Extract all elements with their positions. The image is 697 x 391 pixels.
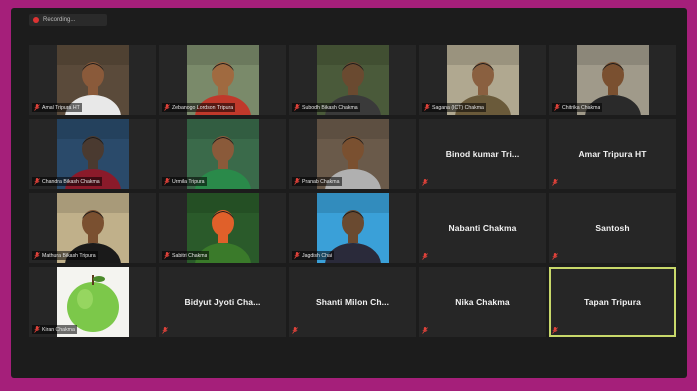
participant-tile[interactable]: Zebanogo Lordson Tripura <box>159 45 286 115</box>
participant-tile[interactable]: Chitrika Chakma <box>549 45 676 115</box>
participant-tile[interactable]: Shanti Milon Ch... <box>289 267 416 337</box>
participant-name: Tapan Tripura <box>584 297 641 307</box>
participant-name: Sabitri Chakma <box>172 252 208 259</box>
participant-tile[interactable]: Tapan Tripura <box>549 267 676 337</box>
participant-name: Shanti Milon Ch... <box>315 297 390 307</box>
participant-name-label: Urmila Tripura <box>162 177 207 186</box>
participant-name-label: Sabitri Chakma <box>162 251 210 260</box>
participant-name-label: Amal Tripura HT <box>32 103 82 112</box>
participant-name: Amar Tripura HT <box>578 149 647 159</box>
mic-muted-icon <box>34 178 40 185</box>
participant-tile[interactable]: Amar Tripura HT <box>549 119 676 189</box>
participant-tile[interactable]: Santosh <box>549 193 676 263</box>
participant-name: Jagdish Chai <box>302 252 332 259</box>
participant-name: Amal Tripura HT <box>42 104 80 111</box>
participant-name: Binod kumar Tri... <box>445 149 520 159</box>
participant-tile[interactable]: Sabitri Chakma <box>159 193 286 263</box>
participant-tile[interactable]: Chandra Bikash Chakma <box>29 119 156 189</box>
participant-name-label: Jagdish Chai <box>292 251 334 260</box>
mic-muted-icon <box>292 327 298 334</box>
participant-tile[interactable]: Kiran Chakma <box>29 267 156 337</box>
mic-muted-icon <box>164 178 170 185</box>
participant-tile[interactable]: Urmila Tripura <box>159 119 286 189</box>
participant-tile[interactable]: Pranab Chakma <box>289 119 416 189</box>
mic-muted-icon <box>34 252 40 259</box>
mic-muted-icon <box>294 178 300 185</box>
mic-muted-icon <box>164 252 170 259</box>
record-dot-icon <box>33 17 39 23</box>
participant-tile[interactable]: Mathura Bikash Tripura <box>29 193 156 263</box>
mic-muted-icon <box>424 104 430 111</box>
mic-muted-icon <box>34 326 40 333</box>
participant-name: Santosh <box>595 223 630 233</box>
participant-name: Sagana (ICT) Chakma <box>432 104 484 111</box>
mic-muted-icon <box>34 104 40 111</box>
mic-muted-icon <box>552 253 558 260</box>
participant-name: Nika Chakma <box>455 297 510 307</box>
participant-tile[interactable]: Nabanti Chakma <box>419 193 546 263</box>
mic-muted-icon <box>294 252 300 259</box>
participant-name-label: Pranab Chakma <box>292 177 342 186</box>
mic-muted-icon <box>162 327 168 334</box>
participant-grid: Amal Tripura HT Zebanogo Lordson Tripura S… <box>29 45 676 337</box>
participant-name: Urmila Tripura <box>172 178 205 185</box>
participant-name: Chitrika Chakma <box>562 104 601 111</box>
participant-name: Bidyut Jyoti Cha... <box>184 297 261 307</box>
mic-muted-icon <box>164 104 170 111</box>
participant-name-label: Kiran Chakma <box>32 325 77 334</box>
participant-name: Subodh Bikash Chakma <box>302 104 358 111</box>
participant-name-label: Sagana (ICT) Chakma <box>422 103 486 112</box>
participant-tile[interactable]: Nika Chakma <box>419 267 546 337</box>
participant-tile[interactable]: Subodh Bikash Chakma <box>289 45 416 115</box>
participant-name: Nabanti Chakma <box>448 223 517 233</box>
mic-muted-icon <box>294 104 300 111</box>
mic-muted-icon <box>422 327 428 334</box>
participant-name-label: Subodh Bikash Chakma <box>292 103 360 112</box>
participant-name: Pranab Chakma <box>302 178 340 185</box>
mic-muted-icon <box>422 179 428 186</box>
participant-tile[interactable]: Bidyut Jyoti Cha... <box>159 267 286 337</box>
mic-muted-icon <box>554 104 560 111</box>
participant-name: Zebanogo Lordson Tripura <box>172 104 234 111</box>
participant-name: Chandra Bikash Chakma <box>42 178 100 185</box>
recording-label: Recording... <box>43 17 76 23</box>
mic-muted-icon <box>422 253 428 260</box>
participant-name-label: Chandra Bikash Chakma <box>32 177 102 186</box>
mic-muted-icon <box>552 179 558 186</box>
recording-indicator[interactable]: Recording... <box>29 14 107 26</box>
participant-name-label: Chitrika Chakma <box>552 103 603 112</box>
participant-name-label: Zebanogo Lordson Tripura <box>162 103 236 112</box>
mic-muted-icon <box>552 327 558 334</box>
participant-tile[interactable]: Binod kumar Tri... <box>419 119 546 189</box>
participant-tile[interactable]: Sagana (ICT) Chakma <box>419 45 546 115</box>
participant-name: Mathura Bikash Tripura <box>42 252 96 259</box>
participant-name: Kiran Chakma <box>42 326 75 333</box>
participant-name-label: Mathura Bikash Tripura <box>32 251 98 260</box>
participant-tile[interactable]: Jagdish Chai <box>289 193 416 263</box>
participant-tile[interactable]: Amal Tripura HT <box>29 45 156 115</box>
